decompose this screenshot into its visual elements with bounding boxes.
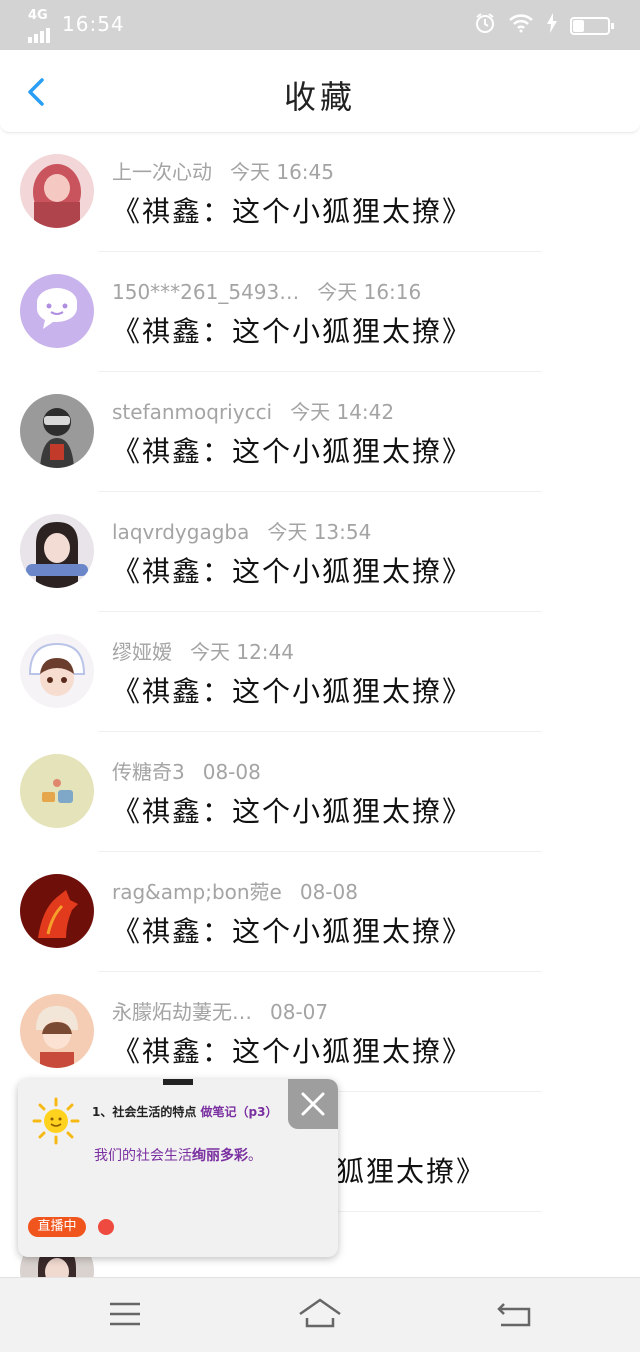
- popup-body-text: 我们的社会生活: [94, 1148, 192, 1164]
- popup-heading: 1、社会生活的特点 做笔记（p3）: [92, 1103, 278, 1120]
- favorite-title: 狐狸太撩》: [336, 1155, 487, 1188]
- favorite-title: 《祺鑫：这个小狐狸太撩》: [112, 675, 473, 708]
- favorite-title: 《祺鑫：这个小狐狸太撩》: [112, 1035, 473, 1068]
- timestamp: 今天 14:42: [290, 400, 395, 424]
- avatar[interactable]: [20, 874, 94, 948]
- back-nav-button[interactable]: [490, 1292, 540, 1336]
- username: laqvrdygagba: [112, 520, 250, 544]
- list-item[interactable]: stefanmoqriycci 今天 14:42 《祺鑫：这个小狐狸太撩》: [0, 372, 640, 492]
- favorite-title: 《祺鑫：这个小狐狸太撩》: [112, 315, 473, 348]
- username: 上一次心动: [112, 160, 212, 184]
- alarm-icon: [474, 12, 496, 39]
- title-bar: 收藏: [0, 50, 640, 133]
- timestamp: 08-08: [202, 760, 261, 784]
- home-icon: [299, 1298, 341, 1328]
- username: 缪娅嫒: [112, 640, 172, 664]
- charging-icon: [546, 13, 558, 38]
- avatar[interactable]: [20, 154, 94, 228]
- back-return-icon: [497, 1303, 531, 1327]
- network-label: 4G: [28, 8, 48, 23]
- username: 永朦炻劫萋无…: [112, 1000, 252, 1024]
- avatar[interactable]: [20, 514, 94, 588]
- wifi-icon: [508, 13, 534, 38]
- popup-indicator: [163, 1079, 193, 1085]
- list-item[interactable]: 缪娅嫒 今天 12:44 《祺鑫：这个小狐狸太撩》: [0, 612, 640, 732]
- avatar[interactable]: [20, 274, 94, 348]
- live-badge: 直播中: [28, 1217, 86, 1237]
- favorite-title: 《祺鑫：这个小狐狸太撩》: [112, 555, 473, 588]
- timestamp: 今天 16:16: [317, 280, 422, 304]
- signal-icon: [28, 24, 52, 43]
- avatar[interactable]: [20, 754, 94, 828]
- home-button[interactable]: [295, 1292, 345, 1336]
- close-icon: [301, 1092, 325, 1116]
- timestamp: 今天 13:54: [267, 520, 372, 544]
- favorite-title: 《祺鑫：这个小狐狸太撩》: [112, 795, 473, 828]
- page-title: 收藏: [283, 78, 356, 116]
- popup-body: 我们的社会生活绚丽多彩。: [18, 1145, 338, 1165]
- avatar[interactable]: [20, 994, 94, 1068]
- timestamp: 今天 16:45: [230, 160, 334, 184]
- menu-button[interactable]: [100, 1292, 150, 1336]
- favorite-title: 《祺鑫：这个小狐狸太撩》: [112, 195, 473, 228]
- battery-icon: 31: [570, 16, 614, 35]
- avatar[interactable]: [20, 394, 94, 468]
- list-item[interactable]: laqvrdygagba 今天 13:54 《祺鑫：这个小狐狸太撩》: [0, 492, 640, 612]
- list-item[interactable]: 150***261_5493… 今天 16:16 《祺鑫：这个小狐狸太撩》: [0, 252, 640, 372]
- avatar[interactable]: [20, 634, 94, 708]
- username: stefanmoqriycci: [112, 400, 273, 424]
- popup-heading-accent: 做笔记（p3）: [200, 1105, 278, 1119]
- list-item[interactable]: 传糖奇3 08-08 《祺鑫：这个小狐狸太撩》: [0, 732, 640, 852]
- menu-icon: [110, 1302, 140, 1326]
- favorite-title: 《祺鑫：这个小狐狸太撩》: [112, 915, 473, 948]
- list-item[interactable]: 上一次心动 今天 16:45 《祺鑫：这个小狐狸太撩》: [0, 132, 640, 252]
- list-item[interactable]: 永朦炻劫萋无… 08-07 《祺鑫：这个小狐狸太撩》: [0, 972, 640, 1092]
- timestamp: 今天 12:44: [190, 640, 294, 664]
- status-bar: 4G 16:54 31: [0, 0, 640, 50]
- clock-time: 16:54: [62, 12, 125, 36]
- timestamp: 08-08: [299, 880, 358, 904]
- sun-icon: [32, 1097, 80, 1145]
- recording-dot-icon: [98, 1219, 114, 1235]
- battery-level: 31: [583, 18, 597, 32]
- username: rag&amp;bon菀e: [112, 880, 282, 904]
- close-popup-button[interactable]: [288, 1079, 338, 1129]
- list-item[interactable]: rag&amp;bon菀e 08-08 《祺鑫：这个小狐狸太撩》: [0, 852, 640, 972]
- popup-body-suffix: 。: [248, 1148, 262, 1164]
- favorite-title: 《祺鑫：这个小狐狸太撩》: [112, 435, 473, 468]
- username: 传糖奇3: [112, 760, 185, 784]
- timestamp: 08-07: [270, 1000, 329, 1024]
- popup-heading-text: 1、社会生活的特点: [92, 1105, 197, 1119]
- username: 150***261_5493…: [112, 280, 300, 304]
- live-stream-popup[interactable]: 1、社会生活的特点 做笔记（p3） 我们的社会生活绚丽多彩。 直播中: [18, 1079, 338, 1257]
- system-navigation-bar: [0, 1277, 640, 1352]
- popup-body-bold: 绚丽多彩: [192, 1148, 248, 1164]
